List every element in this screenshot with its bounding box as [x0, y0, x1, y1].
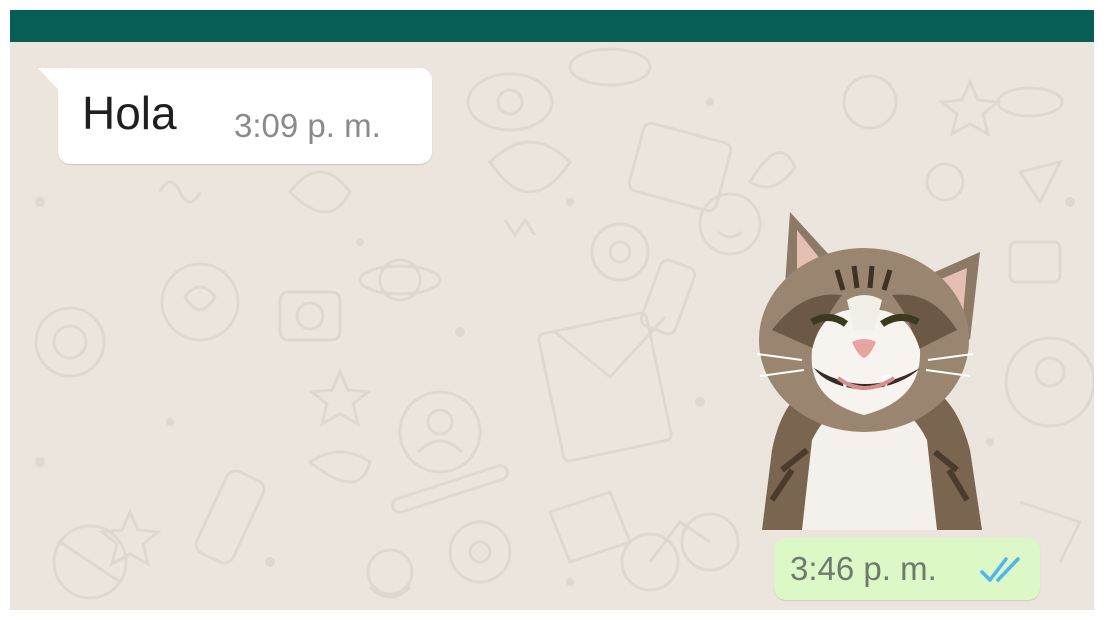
message-text: Hola: [82, 87, 177, 139]
chat-window: Hola 3:09 p. m. 3:46 p. m.: [0, 0, 1109, 620]
chat-header-bar: [10, 10, 1094, 42]
outgoing-sticker-meta-bubble[interactable]: 3:46 p. m.: [774, 538, 1040, 600]
chat-conversation-area[interactable]: Hola 3:09 p. m. 3:46 p. m.: [10, 42, 1094, 610]
sticker-timestamp: 3:46 p. m.: [790, 550, 937, 587]
double-check-read-icon: [980, 557, 1020, 582]
incoming-message-bubble[interactable]: Hola 3:09 p. m.: [58, 68, 432, 164]
smiling-cat-sticker[interactable]: [742, 200, 996, 530]
message-timestamp: 3:09 p. m.: [234, 107, 381, 144]
